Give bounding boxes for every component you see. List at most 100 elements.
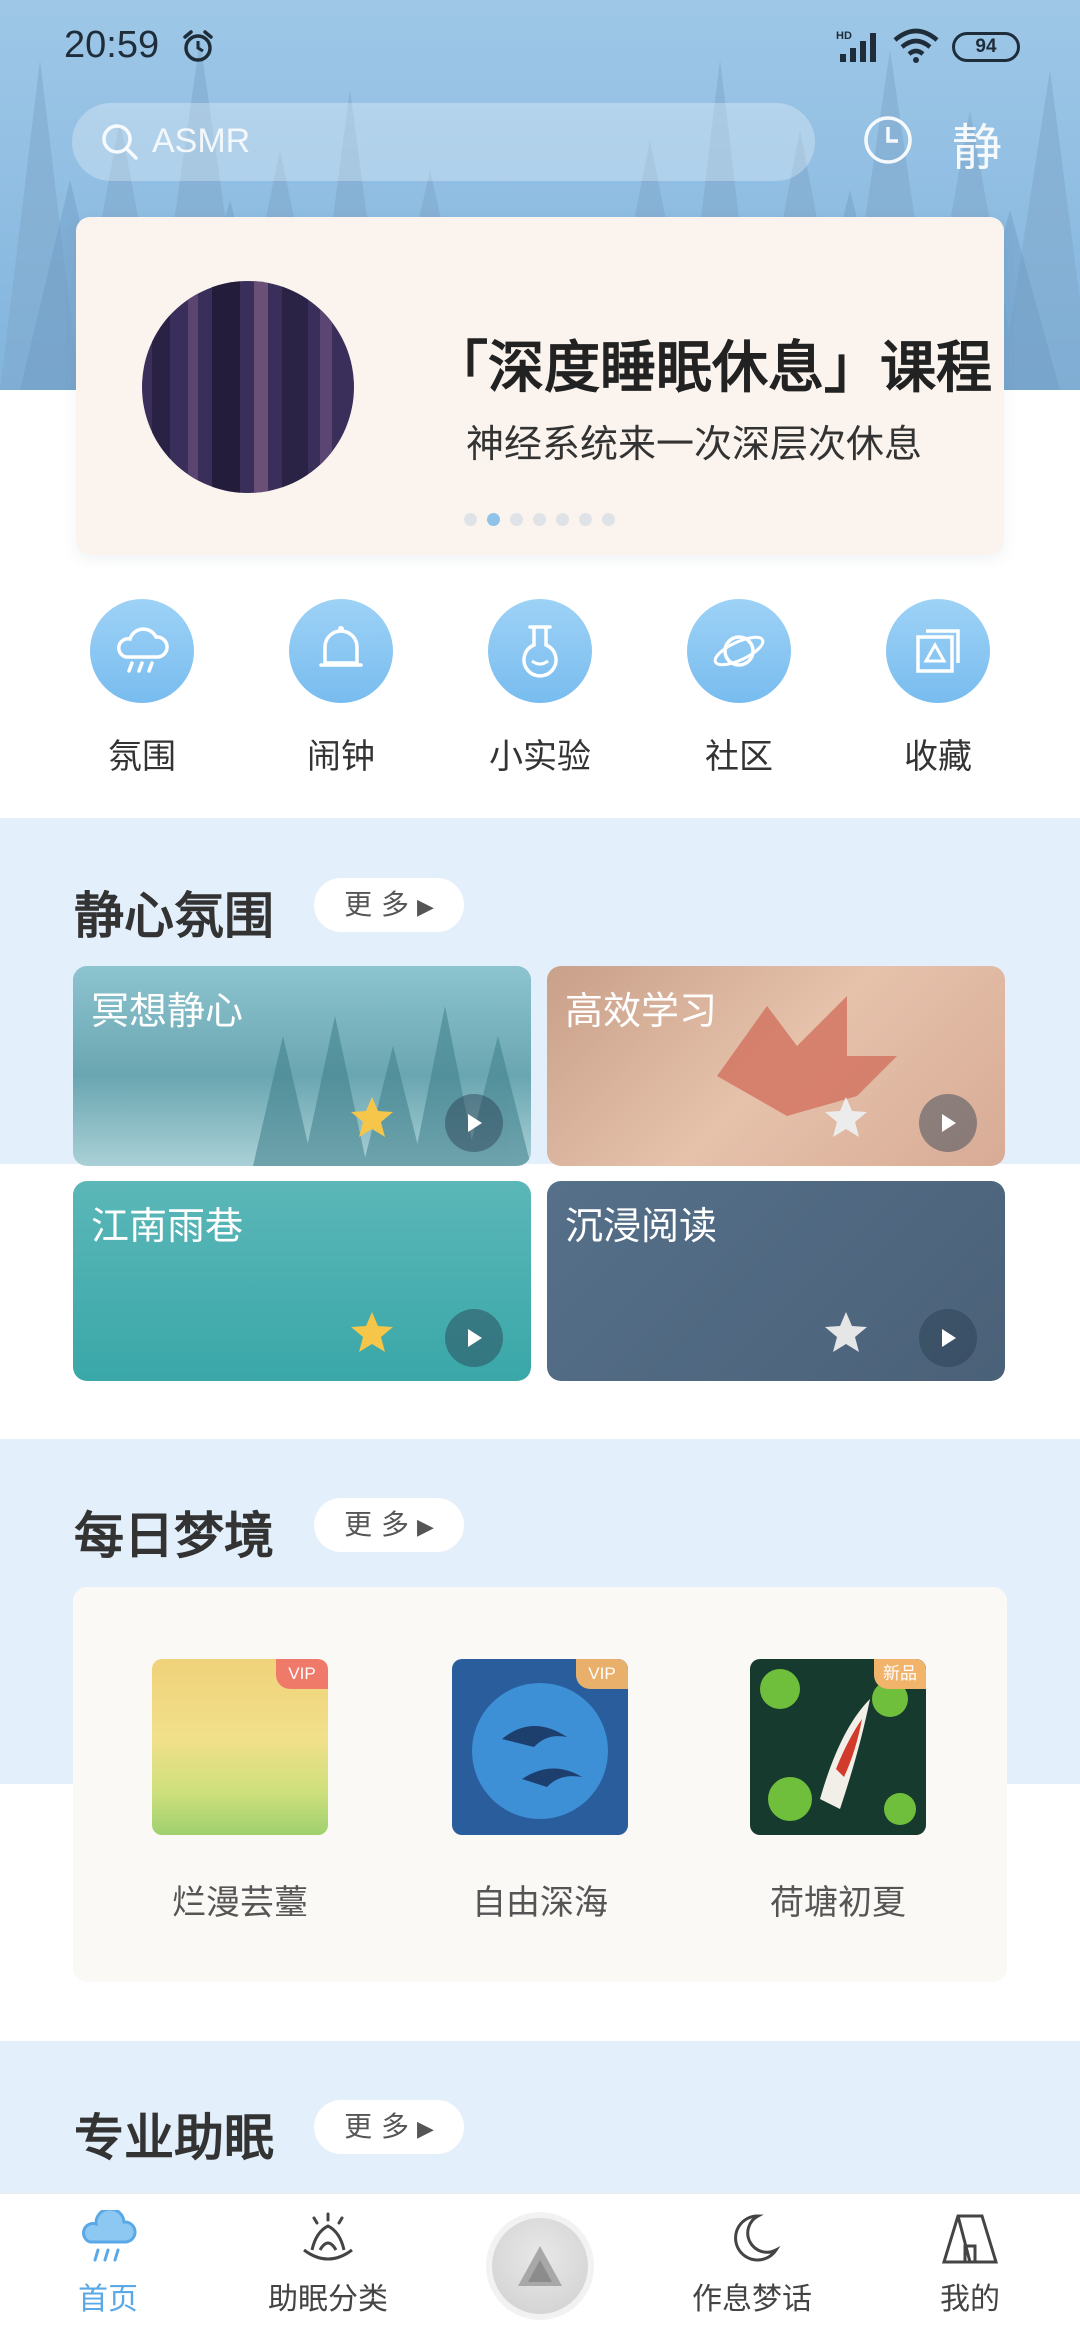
- quick-nav-favorites[interactable]: 收藏: [858, 595, 1018, 778]
- carousel-dot[interactable]: [556, 513, 569, 526]
- flask-icon: [522, 625, 558, 678]
- dream-label: 荷塘初夏: [770, 1883, 906, 1923]
- nav-home[interactable]: 首页: [8, 2207, 208, 2318]
- tile-reading[interactable]: 沉浸阅读: [547, 1181, 1005, 1381]
- search-icon: [102, 124, 138, 160]
- dream-item[interactable]: VIP 烂漫芸薹: [110, 1659, 370, 1924]
- nav-schedule-dreams[interactable]: 作息梦话: [652, 2210, 852, 2318]
- tile-meditation[interactable]: 冥想静心: [73, 966, 531, 1166]
- dream-thumbnail: 新品: [750, 1659, 926, 1835]
- banner-artwork: [142, 281, 354, 493]
- search-placeholder: ASMR: [152, 122, 251, 160]
- quick-nav-label: 收藏: [904, 737, 972, 777]
- tile-rain-alley[interactable]: 江南雨巷: [73, 1181, 531, 1381]
- nav-label: 首页: [78, 2282, 138, 2317]
- carousel-dot[interactable]: [510, 513, 523, 526]
- history-clock-icon[interactable]: [862, 114, 914, 166]
- nav-label: 助眠分类: [268, 2282, 388, 2317]
- nav-label: 我的: [940, 2282, 1000, 2317]
- nav-profile[interactable]: 我的: [870, 2210, 1070, 2318]
- play-icon: [468, 1329, 482, 1347]
- banner-subtitle: 神经系统来一次深层次休息: [466, 422, 923, 466]
- tile-label: 高效学习: [565, 989, 718, 1033]
- section-title-pro: 专业助眠: [74, 2109, 274, 2167]
- section-title-calm: 静心氛围: [74, 887, 274, 945]
- section-title-dream: 每日梦境: [74, 1507, 274, 1565]
- play-button[interactable]: [445, 1094, 503, 1152]
- quick-nav-label: 小实验: [489, 737, 591, 777]
- dream-label: 自由深海: [472, 1883, 608, 1923]
- favorite-star-icon[interactable]: [349, 1309, 395, 1355]
- tile-label: 沉浸阅读: [565, 1204, 718, 1248]
- more-label: 更 多: [344, 888, 409, 921]
- play-button[interactable]: [445, 1309, 503, 1367]
- quick-nav-label: 闹钟: [307, 737, 375, 777]
- nav-label: 作息梦话: [692, 2282, 812, 2317]
- bell-icon: [319, 626, 363, 667]
- moon-icon: [734, 2214, 781, 2262]
- more-button-calm[interactable]: 更 多 ▶: [314, 878, 464, 932]
- status-bar: 20:59 HD 94: [0, 0, 1080, 96]
- quick-nav-experiment[interactable]: 小实验: [460, 595, 620, 778]
- play-triangle-icon: ▶: [416, 2117, 434, 2142]
- dream-panel: VIP 烂漫芸薹 VIP 自由深海 新品 荷塘初夏: [73, 1587, 1007, 1982]
- dream-thumbnail: VIP: [452, 1659, 628, 1835]
- course-banner[interactable]: 「深度睡眠休息」课程 神经系统来一次深层次休息: [76, 217, 1004, 555]
- vip-badge: VIP: [276, 1659, 328, 1689]
- app-logo[interactable]: 静: [952, 108, 1002, 180]
- more-label: 更 多: [344, 1508, 409, 1541]
- quick-nav-label: 氛围: [108, 737, 176, 777]
- more-button-pro[interactable]: 更 多 ▶: [314, 2100, 464, 2154]
- dream-label: 烂漫芸薹: [172, 1883, 308, 1923]
- carousel-dot[interactable]: [579, 513, 592, 526]
- cellular-signal-icon: HD: [836, 30, 876, 62]
- alarm-clock-icon: [183, 30, 213, 62]
- carousel-dot-active[interactable]: [487, 513, 500, 526]
- nav-sleep-categories[interactable]: 助眠分类: [228, 2210, 428, 2318]
- collection-icon: [916, 629, 960, 673]
- quick-nav-community[interactable]: 社区: [659, 595, 819, 778]
- search-bar[interactable]: ASMR: [72, 103, 815, 181]
- triangle-icon: [518, 2246, 562, 2286]
- play-icon: [942, 1329, 956, 1347]
- center-action-button[interactable]: [492, 2218, 588, 2314]
- tile-study[interactable]: 高效学习: [547, 966, 1005, 1166]
- favorite-star-icon[interactable]: [349, 1094, 395, 1140]
- favorite-star-icon[interactable]: [823, 1309, 869, 1355]
- planet-icon: [713, 635, 765, 667]
- quick-nav-atmosphere[interactable]: 氛围: [62, 595, 222, 778]
- carousel-dot[interactable]: [464, 513, 477, 526]
- wifi-icon: [893, 28, 939, 63]
- dream-thumbnail: VIP: [152, 1659, 328, 1835]
- vip-badge: VIP: [576, 1659, 628, 1689]
- favorite-star-icon[interactable]: [823, 1094, 869, 1140]
- lotus-icon: [303, 2212, 353, 2261]
- tile-label: 江南雨巷: [91, 1204, 244, 1248]
- carousel-dots: [464, 513, 615, 529]
- cloud-rain-icon: [82, 2207, 137, 2262]
- quick-nav: 氛围 闹钟 小实验 社区 收藏: [0, 595, 1080, 785]
- play-icon: [468, 1114, 482, 1132]
- more-button-dream[interactable]: 更 多 ▶: [314, 1498, 464, 1552]
- more-label: 更 多: [344, 2110, 409, 2143]
- new-badge: 新品: [874, 1659, 926, 1689]
- quick-nav-alarm[interactable]: 闹钟: [261, 595, 421, 778]
- status-time: 20:59: [64, 24, 160, 66]
- svg-text:HD: HD: [836, 30, 852, 42]
- play-icon: [942, 1114, 956, 1132]
- play-triangle-icon: ▶: [416, 895, 434, 920]
- carousel-dot[interactable]: [602, 513, 615, 526]
- dream-item[interactable]: VIP 自由深海: [410, 1659, 670, 1924]
- tile-label: 冥想静心: [91, 989, 244, 1033]
- play-button[interactable]: [919, 1309, 977, 1367]
- carousel-dot[interactable]: [533, 513, 546, 526]
- bottom-nav: 首页 助眠分类 作息梦话 我的: [0, 2193, 1080, 2340]
- quick-nav-label: 社区: [705, 737, 773, 777]
- banner-title: 「深度睡眠休息」课程: [432, 336, 992, 401]
- play-button[interactable]: [919, 1094, 977, 1152]
- profile-triangle-icon: [941, 2214, 999, 2264]
- cloud-rain-icon: [117, 627, 169, 673]
- battery-indicator: 94: [952, 32, 1020, 62]
- play-triangle-icon: ▶: [416, 1515, 434, 1540]
- dream-item[interactable]: 新品 荷塘初夏: [708, 1659, 968, 1924]
